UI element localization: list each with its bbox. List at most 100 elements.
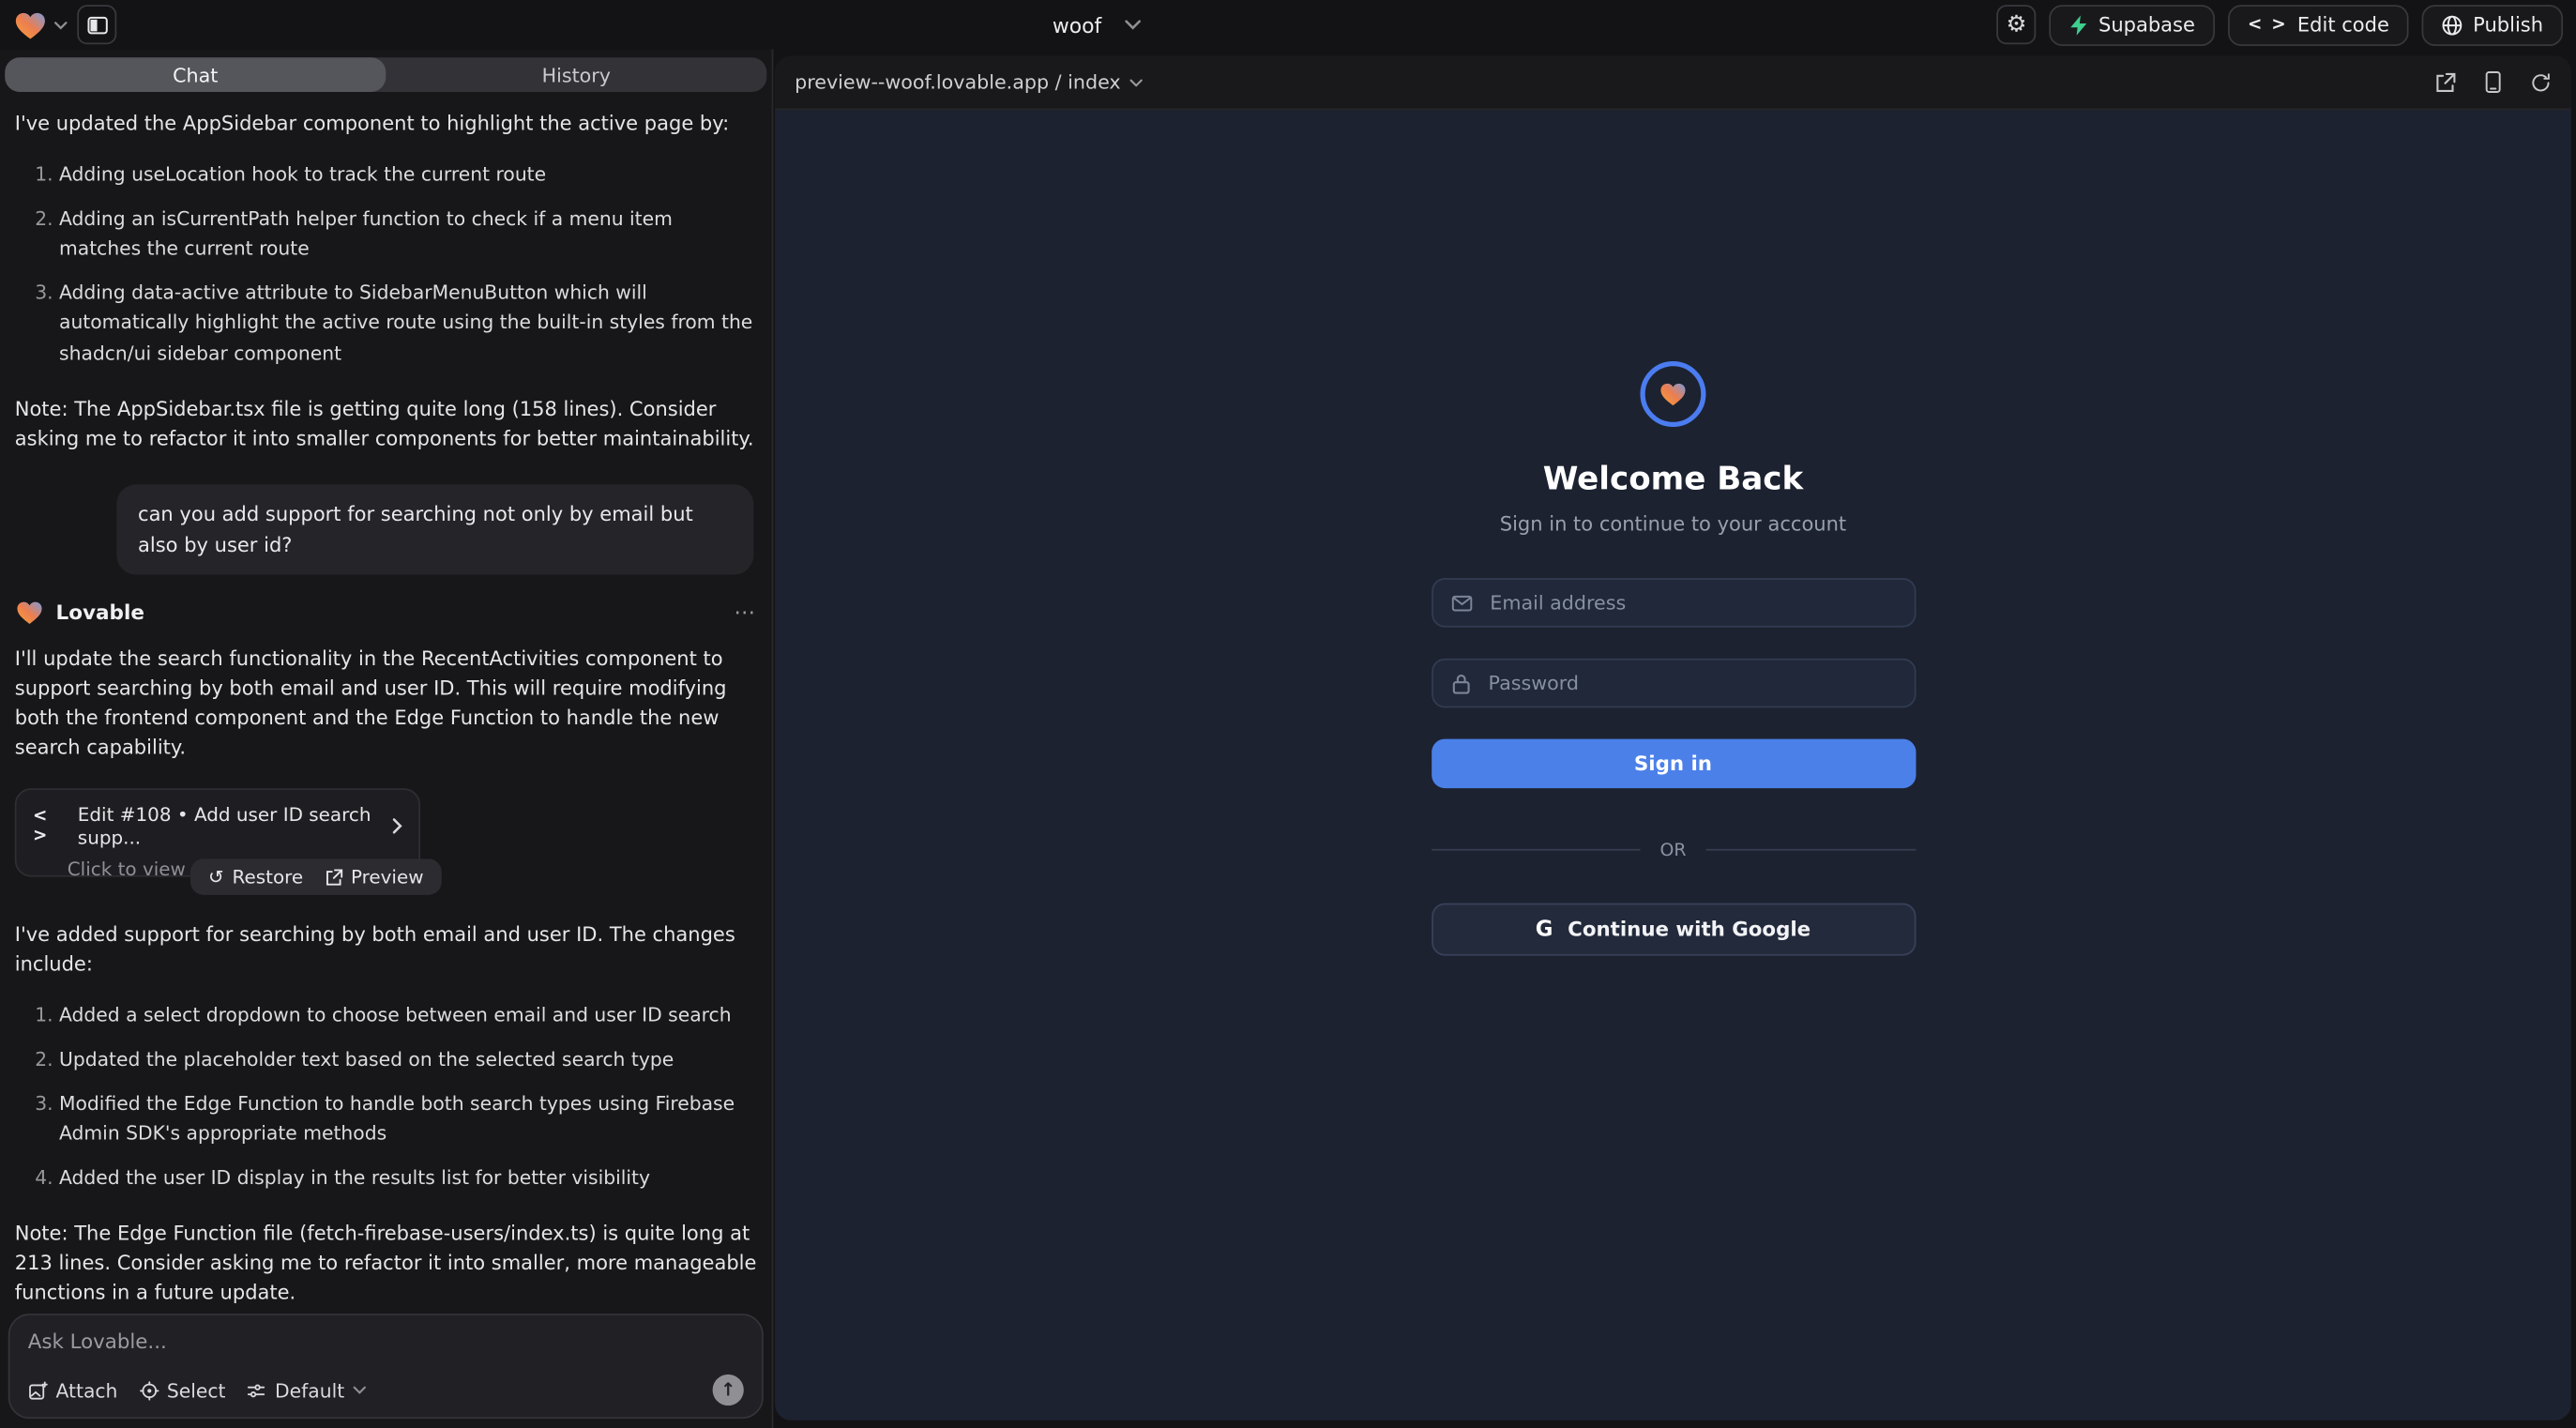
topbar: woof ⚙ Supabase < > Edit code (0, 0, 2576, 50)
lock-icon (1450, 673, 1470, 694)
chat-panel: Chat History I've updated the AppSidebar… (0, 50, 773, 1428)
edit-code-button[interactable]: < > Edit code (2228, 4, 2409, 45)
or-divider: OR (1431, 839, 1915, 860)
chevron-down-icon (353, 1386, 366, 1394)
signin-page: Welcome Back Sign in to continue to your… (775, 110, 2571, 1420)
preview-url: preview--woof.lovable.app / index (795, 70, 1121, 94)
google-g-icon: G (1536, 917, 1553, 941)
code-icon: < > (33, 807, 67, 846)
sliders-icon (247, 1380, 266, 1400)
app-window: woof ⚙ Supabase < > Edit code (0, 0, 2576, 1428)
page-subtitle: Sign in to continue to your account (1500, 512, 1846, 536)
assistant-list: Added a select dropdown to choose betwee… (15, 1001, 757, 1193)
google-label: Continue with Google (1568, 918, 1811, 941)
globe-icon (2442, 14, 2463, 36)
chevron-right-icon (393, 818, 402, 835)
assistant-name: Lovable (56, 601, 144, 625)
chat-messages: I've updated the AppSidebar component to… (0, 92, 772, 1304)
chevron-down-icon (1125, 20, 1142, 30)
preview-addressbar: preview--woof.lovable.app / index (775, 56, 2571, 111)
list-item: Adding data-active attribute to SidebarM… (59, 277, 757, 368)
gear-icon: ⚙ (2006, 13, 2026, 37)
email-field[interactable] (1487, 589, 1896, 615)
select-label: Select (167, 1378, 226, 1402)
preview-label: Preview (351, 866, 424, 889)
chat-composer: Attach Select (8, 1314, 764, 1419)
edit-card-toolbar: ↺ Restore Preview (190, 859, 442, 896)
send-arrow-icon: ↑ (720, 1379, 735, 1401)
chat-input[interactable] (28, 1330, 744, 1375)
page-title: Welcome Back (1543, 460, 1804, 497)
restore-label: Restore (233, 866, 304, 889)
google-sign-in-button[interactable]: G Continue with Google (1431, 904, 1915, 956)
lovable-logo-menu[interactable] (13, 9, 68, 40)
supabase-button[interactable]: Supabase (2049, 4, 2214, 45)
supabase-label: Supabase (2099, 13, 2195, 37)
attach-image-icon (28, 1380, 48, 1400)
assistant-header: Lovable ⋯ (15, 600, 757, 627)
list-item: Added a select dropdown to choose betwee… (59, 1001, 757, 1031)
assistant-paragraph: I'll update the search functionality in … (15, 645, 757, 763)
divider-line (1705, 849, 1915, 851)
password-field[interactable] (1485, 670, 1896, 696)
main-split: Chat History I've updated the AppSidebar… (0, 50, 2576, 1428)
chat-tabbar: Chat History (5, 57, 766, 92)
edit-card-title: Edit #108 • Add user ID search supp... (78, 804, 381, 850)
chevron-down-icon (1129, 78, 1142, 86)
sidebar-panel-icon (86, 14, 108, 36)
preview-controls (2435, 70, 2552, 94)
list-item: Adding useLocation hook to track the cur… (59, 160, 757, 190)
list-item: Adding an isCurrentPath helper function … (59, 203, 757, 264)
publish-button[interactable]: Publish (2422, 4, 2563, 45)
mode-selector[interactable]: Default (247, 1378, 366, 1402)
settings-button[interactable]: ⚙ (1996, 5, 2036, 44)
envelope-icon (1450, 594, 1472, 612)
mobile-view-icon[interactable] (2484, 70, 2502, 94)
list-item: Updated the placeholder text based on th… (59, 1044, 757, 1074)
user-message-bubble: can you add support for searching not on… (116, 485, 753, 576)
preview-panel: preview--woof.lovable.app / index (775, 56, 2571, 1420)
tab-history[interactable]: History (386, 57, 766, 92)
attach-button[interactable]: Attach (28, 1378, 118, 1402)
topbar-actions: ⚙ Supabase < > Edit code (1996, 4, 2563, 45)
preview-url-selector[interactable]: preview--woof.lovable.app / index (795, 70, 1142, 94)
app-logo (1640, 361, 1705, 427)
divider-label: OR (1659, 839, 1686, 860)
signin-form: Sign in OR G Continue with Google (1431, 578, 1915, 956)
app-heart-icon (1659, 381, 1689, 407)
code-icon: < > (2248, 15, 2287, 35)
external-link-icon (325, 869, 342, 887)
assistant-note: Note: The AppSidebar.tsx file is getting… (15, 395, 757, 454)
mode-label: Default (275, 1378, 344, 1402)
toggle-sidebar-button[interactable] (77, 5, 116, 44)
preview-button[interactable]: Preview (325, 866, 424, 889)
select-target-icon (139, 1380, 159, 1400)
list-item: Added the user ID display in the results… (59, 1162, 757, 1193)
tab-chat[interactable]: Chat (5, 57, 386, 92)
lovable-heart-icon (15, 600, 45, 627)
project-name: woof (1053, 12, 1101, 37)
select-button[interactable]: Select (139, 1378, 225, 1402)
list-item: Modified the Edge Function to handle bot… (59, 1088, 757, 1149)
edit-card-wrap: < > Edit #108 • Add user ID search supp.… (15, 789, 420, 878)
password-field-wrap (1431, 659, 1915, 708)
email-field-wrap (1431, 578, 1915, 628)
lovable-heart-icon (13, 9, 48, 40)
assistant-note: Note: The Edge Function file (fetch-fire… (15, 1219, 757, 1304)
assistant-paragraph: I've updated the AppSidebar component to… (15, 109, 757, 139)
topbar-left (13, 5, 116, 44)
refresh-icon[interactable] (2530, 71, 2552, 93)
assistant-paragraph: I've added support for searching by both… (15, 920, 757, 980)
publish-label: Publish (2473, 13, 2543, 37)
send-button[interactable]: ↑ (713, 1375, 744, 1405)
more-menu-icon[interactable]: ⋯ (734, 601, 757, 626)
project-switcher[interactable]: woof (1053, 0, 1141, 50)
edit-code-label: Edit code (2297, 13, 2389, 37)
restore-icon: ↺ (208, 866, 224, 889)
attach-label: Attach (56, 1378, 118, 1402)
supabase-icon (2068, 14, 2088, 36)
open-in-new-tab-icon[interactable] (2435, 71, 2457, 93)
sign-in-button[interactable]: Sign in (1431, 739, 1915, 789)
restore-button[interactable]: ↺ Restore (208, 866, 303, 889)
preview-area: preview--woof.lovable.app / index (773, 50, 2576, 1428)
